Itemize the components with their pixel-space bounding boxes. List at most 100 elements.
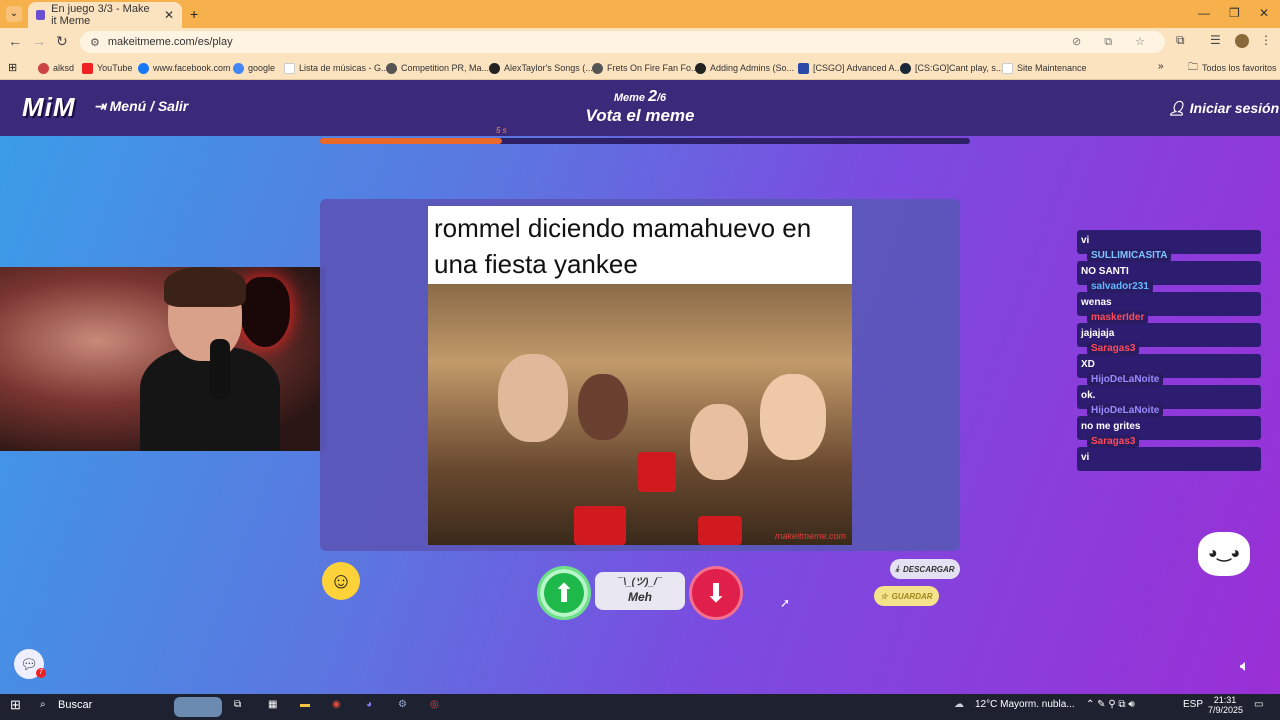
bookmark-label: Site Maintenance: [1017, 63, 1087, 73]
clock-date: 7/9/2025: [1208, 705, 1244, 715]
tab-search-button[interactable]: ⌄: [6, 6, 22, 22]
bookmark-item[interactable]: Adding Admins (So...: [695, 56, 794, 80]
browser-tab[interactable]: En juego 3/3 - Make it Meme ✕: [28, 2, 182, 28]
download-icon: ⤓: [895, 564, 899, 573]
chat-username[interactable]: Saragas3: [1087, 342, 1140, 355]
doc-icon: [1002, 62, 1013, 74]
site-icon: [798, 62, 809, 74]
webcam-overlay: [0, 267, 326, 451]
chat-username[interactable]: Saragas3: [1087, 435, 1140, 448]
save-label: GUARDAR: [891, 591, 933, 601]
vote-controls: ⬆ ¯\_(ツ)_/¯ Meh ⬇: [533, 564, 745, 622]
red-cup: [574, 506, 626, 545]
downvote-button[interactable]: ⬇: [689, 566, 743, 620]
bookmark-item[interactable]: Lista de músicas - G...: [284, 56, 389, 80]
site-icon: [592, 62, 603, 74]
more-bookmarks-icon[interactable]: »: [1158, 61, 1164, 72]
upvote-button[interactable]: ⬆: [537, 566, 591, 620]
forward-icon[interactable]: →: [32, 33, 46, 49]
login-button[interactable]: 👤︎ Iniciar sesión: [1168, 100, 1279, 117]
file-explorer-icon[interactable]: ▬: [300, 699, 310, 710]
meme-watermark: makeitmeme.com: [774, 531, 846, 541]
reading-list-icon[interactable]: ☰: [1210, 33, 1221, 47]
apps-grid-icon[interactable]: ⊞: [8, 61, 17, 74]
back-icon[interactable]: ←: [8, 33, 22, 49]
sound-icon[interactable]: 🔈︎: [1240, 658, 1250, 676]
address-actions-icons[interactable]: ⊘ ⧉ ☆: [1072, 35, 1155, 49]
windows-start-icon[interactable]: ⊞: [10, 697, 21, 713]
arrow-up-icon: ⬆: [553, 577, 575, 608]
weather-icon: ☁: [954, 699, 964, 710]
profile-avatar[interactable]: [1235, 34, 1249, 48]
steam-icon[interactable]: ⚙: [398, 699, 407, 710]
chat-text: no me grites: [1081, 421, 1141, 432]
meh-button[interactable]: ¯\_(ツ)_/¯ Meh: [595, 572, 685, 610]
site-info-icon[interactable]: ⚙: [90, 36, 100, 49]
bookmark-item[interactable]: google: [233, 56, 275, 80]
download-button[interactable]: ⤓ DESCARGAR: [890, 559, 960, 579]
taskbar-search-label[interactable]: Buscar: [58, 699, 92, 711]
save-button[interactable]: ☆ GUARDAR: [874, 586, 939, 606]
girl-face-left: [498, 354, 568, 442]
search-icon[interactable]: ⌕: [40, 699, 46, 710]
close-tab-icon[interactable]: ✕: [164, 8, 174, 22]
minimize-icon[interactable]: —: [1198, 6, 1210, 20]
bookmarks-bar: ⊞ alksd YouTube www.facebook.com google …: [0, 56, 1280, 80]
bookmark-item[interactable]: Frets On Fire Fan Fo...: [592, 56, 699, 80]
chat-username[interactable]: HijoDeLaNoite: [1087, 404, 1164, 417]
reload-icon[interactable]: ↻: [56, 33, 68, 50]
chat-text: XD: [1081, 359, 1095, 370]
maximize-icon[interactable]: ❐: [1229, 6, 1240, 20]
girl-face-right: [760, 374, 826, 460]
language-indicator[interactable]: ESP: [1183, 699, 1203, 710]
mascot-face-icon: ◕‿◕: [1198, 532, 1250, 576]
meme-prefix: Meme: [613, 92, 646, 104]
calculator-icon[interactable]: ▦: [268, 699, 277, 710]
discord-icon[interactable]: ◕: [366, 699, 372, 710]
chat-username[interactable]: maskerIder: [1087, 311, 1149, 324]
browser-toolbar: ← → ↻ ⚙ makeitmeme.com/es/play ⊘ ⧉ ☆ ⧉ ☰…: [0, 28, 1280, 56]
new-tab-button[interactable]: +: [190, 6, 198, 22]
notifications-icon[interactable]: ▭: [1254, 699, 1263, 710]
clock[interactable]: 21:31 7/9/2025: [1208, 695, 1244, 715]
chat-username[interactable]: HijoDeLaNoite: [1087, 373, 1164, 386]
menu-exit-button[interactable]: ⇥ Menú / Salir: [94, 98, 188, 115]
tab-title: En juego 3/3 - Make it Meme: [51, 3, 150, 27]
mim-logo[interactable]: MiM: [22, 92, 76, 123]
url-text: makeitmeme.com/es/play: [107, 36, 233, 48]
bookmark-item[interactable]: Site Maintenance: [1002, 56, 1087, 80]
red-cup: [698, 516, 742, 545]
emoji-reaction-button[interactable]: ☺: [322, 562, 360, 600]
all-bookmarks-label: Todos los favoritos: [1202, 63, 1277, 73]
google-icon: [233, 62, 244, 74]
facebook-icon: [138, 62, 149, 74]
bookmark-item[interactable]: YouTube: [82, 56, 132, 80]
task-view-icon[interactable]: ⧉: [234, 699, 241, 710]
browser-tab-strip: ⌄ En juego 3/3 - Make it Meme ✕ + — ❐ ✕: [0, 0, 1280, 28]
folder-icon: 🗀: [1188, 61, 1198, 73]
chat-username[interactable]: salvador231: [1087, 280, 1153, 293]
bookmark-label: [CSGO] Advanced A...: [813, 63, 903, 73]
close-window-icon[interactable]: ✕: [1259, 6, 1269, 20]
login-label: Iniciar sesión: [1189, 100, 1280, 116]
bookmark-item[interactable]: www.facebook.com: [138, 56, 231, 80]
bookmark-item[interactable]: Competition PR, Ma...: [386, 56, 489, 80]
weather-text[interactable]: 12°C Mayorm. nubla...: [975, 699, 1075, 710]
bookmark-item[interactable]: [CSGO] Advanced A...: [798, 56, 902, 80]
chrome-icon[interactable]: ◉: [332, 699, 341, 710]
chat-username[interactable]: SULLIMICASITA: [1087, 249, 1172, 262]
recorder-icon[interactable]: ◎: [430, 699, 439, 710]
tray-icons[interactable]: ⌃ ✎ ⚲ ⧉ 🔊︎: [1086, 699, 1135, 710]
gmail-icon: [38, 62, 49, 74]
timer-bar: [320, 138, 970, 144]
bookmark-item[interactable]: alksd: [38, 56, 74, 80]
bookmark-item[interactable]: AlexTaylor's Songs (...: [489, 56, 593, 80]
clock-time: 21:31: [1213, 695, 1237, 705]
extensions-icon[interactable]: ⧉: [1176, 33, 1185, 48]
chrome-menu-icon[interactable]: ⋮: [1260, 33, 1272, 47]
bookmark-item[interactable]: [CS:GO]Cant play, s...: [900, 56, 1003, 80]
red-cup: [638, 452, 676, 492]
search-highlight-image: [174, 697, 222, 717]
address-bar[interactable]: ⚙ makeitmeme.com/es/play ⊘ ⧉ ☆: [80, 31, 1165, 53]
all-bookmarks[interactable]: 🗀 Todos los favoritos: [1188, 56, 1277, 80]
